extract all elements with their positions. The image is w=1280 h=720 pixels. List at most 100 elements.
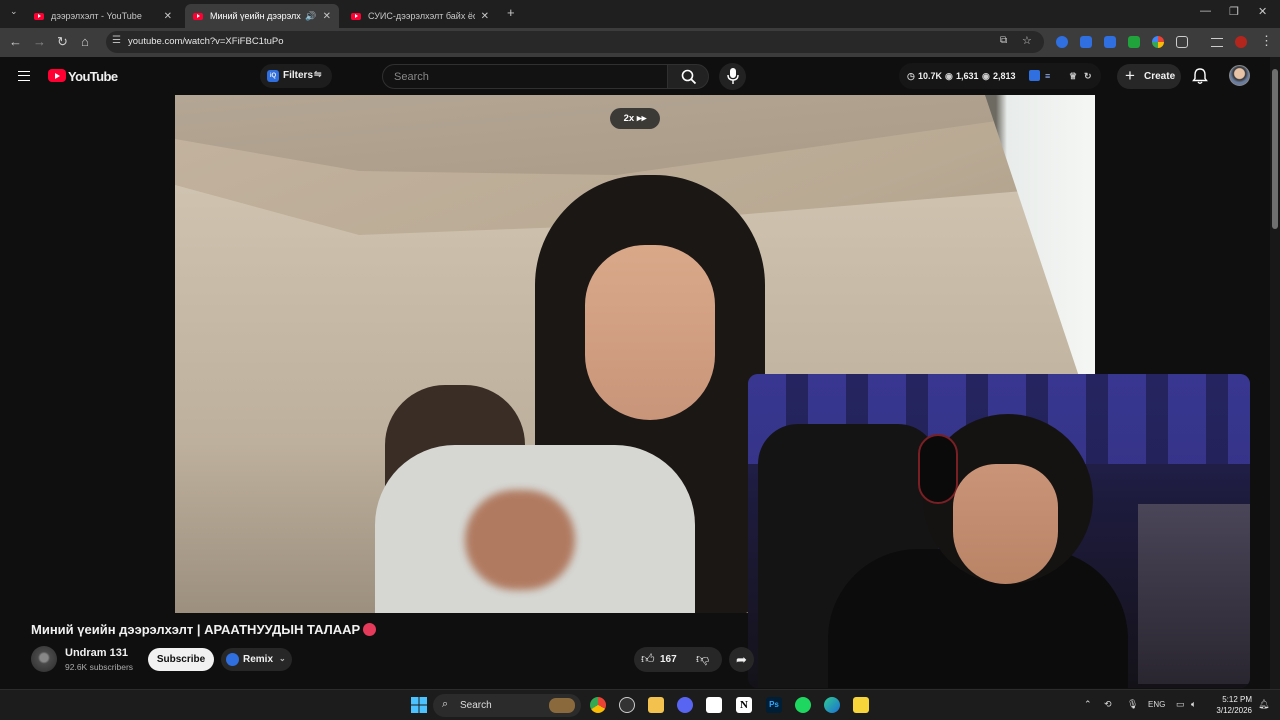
- youtube-logo-text[interactable]: YouTube: [68, 69, 118, 84]
- tab-title: СУИС-дээрэлхэлт байх ёстой: [368, 11, 475, 21]
- create-label: Create: [1144, 71, 1176, 82]
- photoshop-icon[interactable]: Ps: [766, 697, 782, 713]
- taskbar-search[interactable]: ⌕ Search: [433, 694, 581, 717]
- remix-label: Remix: [243, 654, 274, 665]
- search-button[interactable]: [667, 64, 709, 89]
- search-input[interactable]: [382, 64, 668, 89]
- video-stats-pill: ◷ 10.7K ◉ 1,631 ◉ 2,813 ≡ ♕ ↻: [899, 63, 1101, 89]
- speed-label: 2x: [623, 113, 635, 124]
- clock-icon: ◷: [907, 71, 915, 81]
- media-controls-icon[interactable]: [1211, 38, 1223, 47]
- tab-search-results[interactable]: дээрэлхэлт - YouTube ✕: [26, 4, 180, 28]
- scrollbar-thumb[interactable]: [1272, 69, 1278, 229]
- tab-current-video[interactable]: Миний үеийн дээрэлхэлт | 🔊 ✕: [185, 4, 339, 28]
- youtube-logo-icon[interactable]: [48, 69, 66, 82]
- tray-sync-icon[interactable]: ⟲: [1104, 699, 1112, 710]
- new-tab-button[interactable]: +: [507, 5, 515, 20]
- user-avatar[interactable]: [1229, 65, 1250, 86]
- eye-icon: ◉: [945, 71, 953, 81]
- menu-icon[interactable]: [18, 71, 30, 81]
- file-explorer-icon[interactable]: [648, 697, 664, 713]
- forward-icon[interactable]: →: [33, 34, 46, 49]
- tab-close-icon[interactable]: ✕: [323, 11, 331, 22]
- page-scrollbar[interactable]: [1270, 57, 1280, 689]
- channel-avatar[interactable]: [31, 646, 57, 672]
- chevron-down-icon[interactable]: ⌄: [279, 654, 286, 663]
- filters-label: Filters: [283, 70, 314, 81]
- stat-likes: 1,631: [956, 71, 979, 81]
- iq-extension-icon[interactable]: [1029, 70, 1040, 81]
- tab-close-icon[interactable]: ✕: [481, 11, 489, 22]
- bookmark-star-icon[interactable]: ☆: [1022, 34, 1032, 47]
- mic-icon: [727, 68, 739, 84]
- search-icon: ⌕: [442, 698, 449, 710]
- bell-icon[interactable]: [1192, 68, 1208, 85]
- trophy-icon[interactable]: ♕: [1069, 71, 1077, 82]
- site-info-icon[interactable]: ☰: [112, 35, 121, 46]
- create-button[interactable]: + Create: [1117, 64, 1181, 89]
- extension-icon[interactable]: [1104, 36, 1116, 48]
- sliders-icon: ⇋: [314, 69, 322, 79]
- voice-search-button[interactable]: [719, 63, 746, 90]
- taskbar-search-label: Search: [460, 700, 492, 711]
- subscribe-button[interactable]: Subscribe: [148, 648, 214, 671]
- back-icon[interactable]: ←: [9, 34, 22, 49]
- sticky-notes-icon[interactable]: [853, 697, 869, 713]
- list-icon[interactable]: ≡: [1045, 71, 1050, 81]
- tray-overflow-icon[interactable]: ⌃: [1084, 699, 1092, 710]
- chrome-icon[interactable]: [590, 697, 606, 713]
- like-count[interactable]: 167: [660, 654, 677, 665]
- windows-start-icon[interactable]: [411, 697, 427, 713]
- obs-icon[interactable]: [619, 697, 635, 713]
- profile-icon[interactable]: [1235, 36, 1247, 48]
- windows-taskbar: ⌕ Search N Ps ⌃ ⟲ 🎙︎ ENG ▭ 🔈︎ 5:12 PM 3/…: [0, 689, 1280, 720]
- edge-icon[interactable]: [824, 697, 840, 713]
- window-close-icon[interactable]: ✕: [1258, 5, 1267, 18]
- address-bar[interactable]: ☰ youtube.com/watch?v=XFiFBC1tuPo ⧉ ☆: [106, 31, 1044, 53]
- reload-icon[interactable]: ↻: [57, 34, 68, 50]
- tray-mic-icon[interactable]: 🎙︎: [1127, 699, 1138, 710]
- extension-icon[interactable]: [1080, 36, 1092, 48]
- youtube-favicon-icon: [34, 12, 44, 20]
- refresh-icon[interactable]: ↻: [1084, 71, 1092, 82]
- tab-other-video[interactable]: СУИС-дээрэлхэлт байх ёстой ✕: [343, 4, 497, 28]
- tab-close-icon[interactable]: ✕: [164, 11, 172, 22]
- video-title-text: Миний үеийн дээрэлхэлт | АРААТНУУДЫН ТАЛ…: [31, 622, 361, 637]
- extension-icon[interactable]: [1056, 36, 1068, 48]
- install-app-icon[interactable]: ⧉: [1000, 35, 1007, 46]
- thumbs-down-icon[interactable]: 👎︎: [696, 651, 709, 667]
- input-language[interactable]: ENG: [1148, 700, 1165, 709]
- taskbar-clock[interactable]: 5:12 PM 3/12/2026: [1210, 694, 1252, 716]
- tab-search-chevron-icon[interactable]: ⌄: [10, 6, 18, 17]
- channel-name[interactable]: Undram 131: [65, 647, 128, 659]
- remix-button[interactable]: Remix ⌄: [221, 648, 292, 671]
- home-icon[interactable]: ⌂: [81, 34, 89, 49]
- extension-icon[interactable]: [1152, 36, 1164, 48]
- webcam-overlay: [748, 374, 1250, 688]
- playback-speed-indicator: 2x ▸▸: [610, 108, 660, 129]
- url-text: youtube.com/watch?v=XFiFBC1tuPo: [128, 36, 284, 47]
- browser-menu-icon[interactable]: ⋮: [1260, 33, 1273, 49]
- video-frame-person-face: [585, 245, 715, 420]
- iq-extension-icon: [226, 653, 239, 666]
- filters-button[interactable]: iQ Filters ⇋: [260, 64, 332, 88]
- discord-icon[interactable]: [677, 697, 693, 713]
- minimize-icon[interactable]: —: [1200, 5, 1211, 17]
- notification-bell-icon[interactable]: 🔔︎: [1258, 699, 1269, 710]
- share-icon[interactable]: ➦: [729, 647, 754, 672]
- capcut-icon[interactable]: [706, 697, 722, 713]
- thumbs-up-icon[interactable]: 👍︎: [641, 651, 655, 667]
- webcam-headset: [918, 434, 958, 504]
- volume-icon[interactable]: 🔈︎: [1191, 699, 1196, 710]
- tab-title: дээрэлхэлт - YouTube: [51, 11, 142, 21]
- extensions-puzzle-icon[interactable]: [1176, 36, 1188, 48]
- youtube-favicon-icon: [351, 12, 361, 20]
- restore-icon[interactable]: ❐: [1229, 5, 1239, 18]
- network-icon[interactable]: ▭: [1176, 699, 1185, 710]
- spotify-icon[interactable]: [795, 697, 811, 713]
- stat-watching: 2,813: [993, 71, 1016, 81]
- clock-date: 3/12/2026: [1216, 706, 1252, 715]
- download-extension-icon[interactable]: [1128, 36, 1140, 48]
- audio-playing-icon[interactable]: 🔊: [305, 11, 316, 22]
- notion-icon[interactable]: N: [736, 697, 752, 713]
